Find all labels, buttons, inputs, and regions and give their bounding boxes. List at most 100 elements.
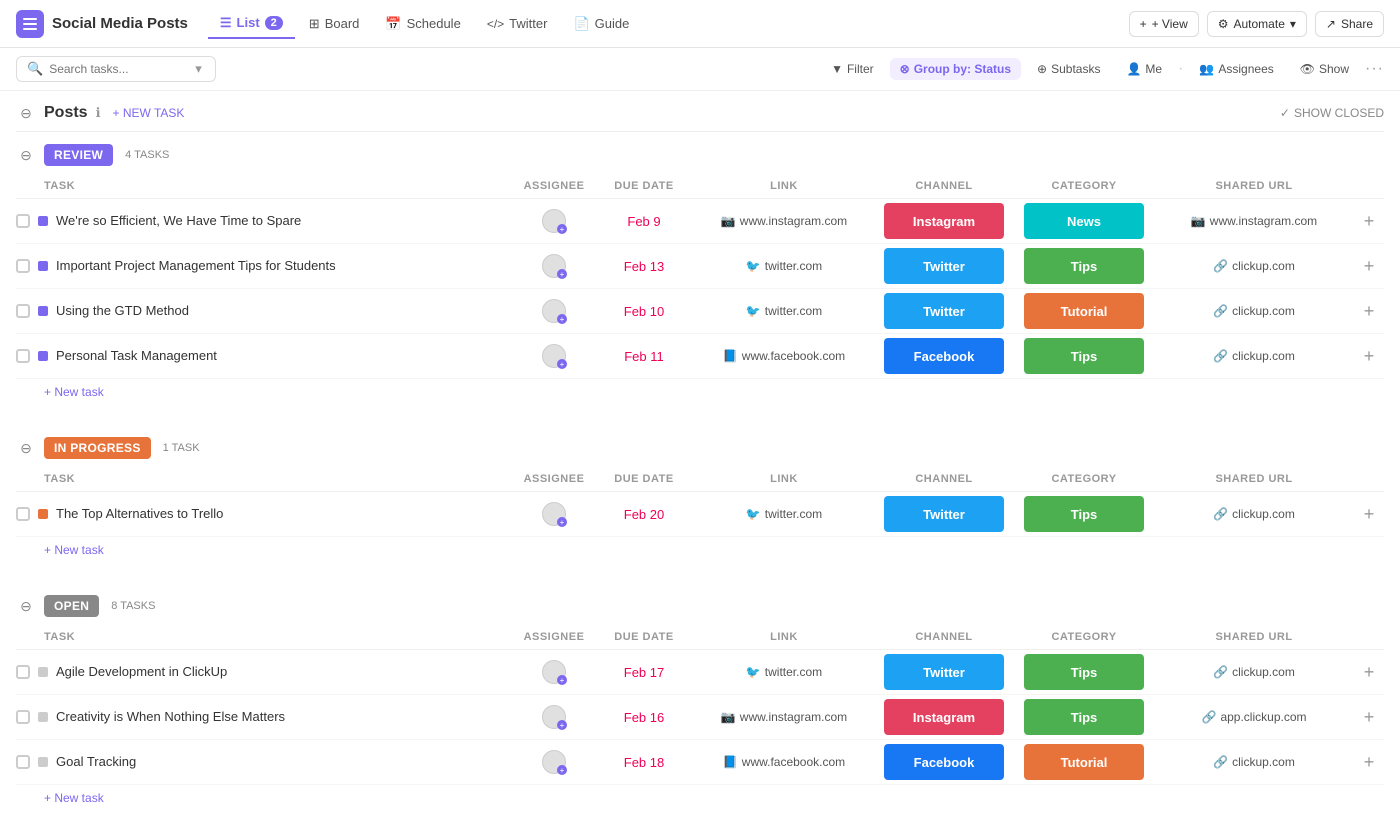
inprogress-col-headers: TASK ASSIGNEE DUE DATE LINK CHANNEL CATE… [16,467,1384,492]
task-checkbox[interactable] [16,214,30,228]
collapse-posts-button[interactable]: ⊖ [16,103,36,123]
task-link[interactable]: 🐦 twitter.com [694,259,874,273]
task-link[interactable]: 📷 www.instagram.com [694,214,874,228]
tab-board[interactable]: ⊞ Board [297,10,372,38]
assignees-button[interactable]: 👥 Assignees [1189,58,1283,80]
task-name[interactable]: We're so Efficient, We Have Time to Spar… [16,208,514,234]
top-nav: Social Media Posts ☰ List 2 ⊞ Board 📅 Sc… [0,0,1400,48]
col-due-date: DUE DATE [594,180,694,192]
open-task-count: 8 TASKS [111,600,155,612]
task-name[interactable]: Using the GTD Method [16,298,514,324]
task-checkbox[interactable] [16,710,30,724]
task-checkbox[interactable] [16,349,30,363]
add-field-button[interactable]: + [1354,211,1384,232]
twitter-link-icon: 🐦 [746,259,761,273]
task-assignee: + [514,299,594,323]
add-assignee-icon[interactable]: + [557,765,567,775]
task-category: Tutorial [1014,744,1154,780]
add-field-button[interactable]: + [1354,752,1384,773]
filter-button[interactable]: ▼ Filter [821,58,884,80]
inprogress-status-badge: IN PROGRESS [44,437,151,459]
task-assignee: + [514,254,594,278]
add-field-button[interactable]: + [1354,707,1384,728]
subtasks-button[interactable]: ⊕ Subtasks [1027,58,1110,80]
task-checkbox[interactable] [16,665,30,679]
inprogress-task-count: 1 TASK [163,442,200,454]
task-link[interactable]: 🐦 twitter.com [694,665,874,679]
col-task: TASK [16,631,514,643]
search-box[interactable]: 🔍 ▾ [16,56,216,82]
task-shared-url[interactable]: 🔗 clickup.com [1154,665,1354,679]
add-assignee-icon[interactable]: + [557,269,567,279]
add-assignee-icon[interactable]: + [557,675,567,685]
add-field-button[interactable]: + [1354,301,1384,322]
tab-list[interactable]: ☰ List 2 [208,9,295,39]
col-channel: CHANNEL [874,631,1014,643]
inprogress-new-task-button[interactable]: + New task [16,537,1384,563]
table-row: The Top Alternatives to Trello + Feb 20 … [16,492,1384,537]
task-shared-url[interactable]: 🔗 clickup.com [1154,304,1354,318]
task-name[interactable]: Goal Tracking [16,749,514,775]
add-assignee-icon[interactable]: + [557,314,567,324]
task-link[interactable]: 📷 www.instagram.com [694,710,874,724]
task-checkbox[interactable] [16,304,30,318]
top-actions: + + View ⚙ Automate ▾ ↗ Share [1129,11,1384,37]
show-button[interactable]: 👁 Show [1290,58,1359,80]
search-input[interactable] [49,62,189,76]
task-dot [38,261,48,271]
tab-twitter[interactable]: </> Twitter [475,10,560,37]
table-row: Agile Development in ClickUp + Feb 17 🐦 … [16,650,1384,695]
tab-schedule[interactable]: 📅 Schedule [373,10,472,38]
table-row: We're so Efficient, We Have Time to Spar… [16,199,1384,244]
add-assignee-icon[interactable]: + [557,517,567,527]
task-shared-url[interactable]: 📷 www.instagram.com [1154,214,1354,228]
task-checkbox[interactable] [16,755,30,769]
add-field-button[interactable]: + [1354,662,1384,683]
task-shared-url[interactable]: 🔗 clickup.com [1154,507,1354,521]
task-checkbox[interactable] [16,507,30,521]
new-task-button[interactable]: + NEW TASK [113,106,185,120]
task-name[interactable]: Creativity is When Nothing Else Matters [16,704,514,730]
tab-guide[interactable]: 📄 Guide [561,10,641,38]
task-dot [38,509,48,519]
toolbar: 🔍 ▾ ▼ Filter ⊗ Group by: Status ⊕ Subtas… [0,48,1400,91]
add-field-button[interactable]: + [1354,504,1384,525]
col-shared-url: SHARED URL [1154,473,1354,485]
task-shared-url[interactable]: 🔗 clickup.com [1154,349,1354,363]
board-icon: ⊞ [309,16,320,32]
automate-button[interactable]: ⚙ Automate ▾ [1207,11,1307,37]
task-shared-url[interactable]: 🔗 clickup.com [1154,259,1354,273]
task-name[interactable]: Personal Task Management [16,343,514,369]
share-button[interactable]: ↗ Share [1315,11,1384,37]
open-new-task-button[interactable]: + New task [16,785,1384,811]
collapse-review-button[interactable]: ⊖ [16,145,36,165]
collapse-inprogress-button[interactable]: ⊖ [16,438,36,458]
task-shared-url[interactable]: 🔗 clickup.com [1154,755,1354,769]
task-name[interactable]: Important Project Management Tips for St… [16,253,514,279]
col-channel: CHANNEL [874,473,1014,485]
add-assignee-icon[interactable]: + [557,720,567,730]
review-new-task-button[interactable]: + New task [16,379,1384,405]
task-name[interactable]: Agile Development in ClickUp [16,659,514,685]
more-button[interactable]: ··· [1365,60,1384,78]
add-assignee-icon[interactable]: + [557,359,567,369]
add-field-button[interactable]: + [1354,346,1384,367]
collapse-open-button[interactable]: ⊖ [16,596,36,616]
task-shared-url[interactable]: 🔗 app.clickup.com [1154,710,1354,724]
avatar: + [542,344,566,368]
task-name[interactable]: The Top Alternatives to Trello [16,501,514,527]
task-checkbox[interactable] [16,259,30,273]
task-link[interactable]: 📘 www.facebook.com [694,349,874,363]
posts-info-icon[interactable]: ℹ [96,105,101,121]
add-assignee-icon[interactable]: + [557,224,567,234]
add-field-button[interactable]: + [1354,256,1384,277]
group-by-button[interactable]: ⊗ Group by: Status [890,58,1021,80]
avatar: + [542,660,566,684]
add-view-button[interactable]: + + View [1129,11,1199,37]
me-button[interactable]: 👤 Me [1116,58,1172,80]
col-link: LINK [694,631,874,643]
task-link[interactable]: 🐦 twitter.com [694,304,874,318]
show-closed-button[interactable]: ✓ SHOW CLOSED [1280,106,1384,120]
task-link[interactable]: 📘 www.facebook.com [694,755,874,769]
task-link[interactable]: 🐦 twitter.com [694,507,874,521]
